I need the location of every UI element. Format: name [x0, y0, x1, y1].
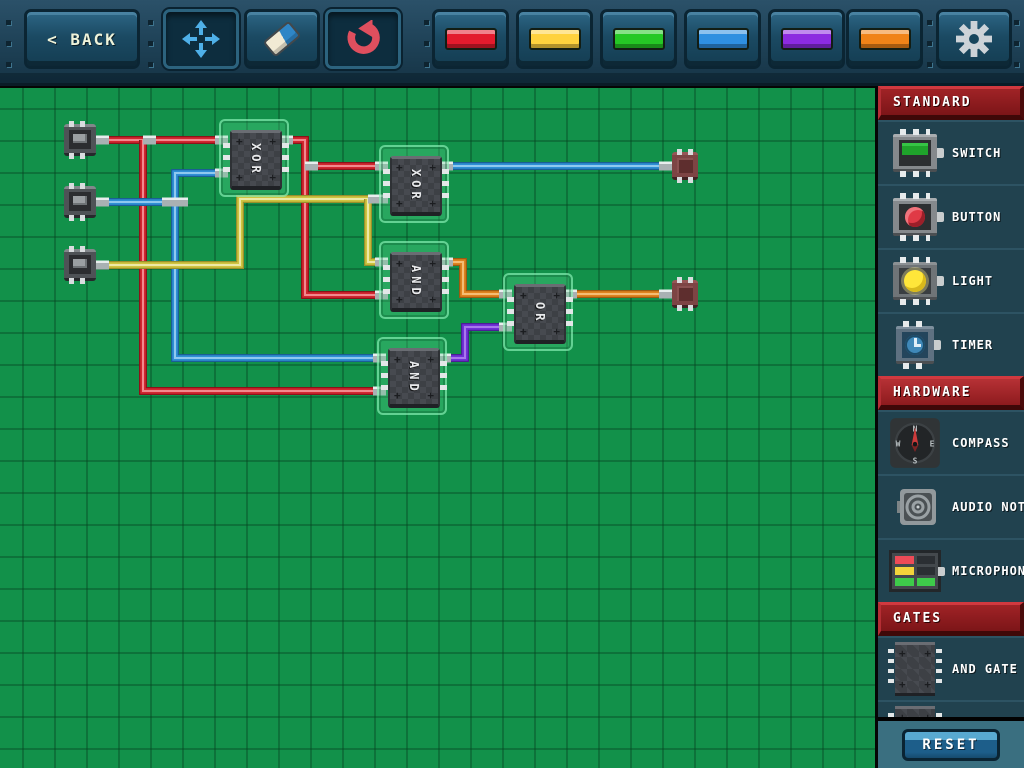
output-led-2[interactable]: [672, 280, 698, 308]
component-palette-sidebar: STANDARD SWITCH BUTTON: [875, 86, 1024, 768]
audio-note-icon: [886, 487, 944, 527]
rivet-column: [424, 0, 430, 86]
button-icon: [886, 198, 944, 236]
input-chip-2[interactable]: [64, 186, 96, 218]
back-button[interactable]: < BACK: [24, 9, 140, 69]
orange-swatch: [859, 28, 911, 50]
palette-item-light[interactable]: LIGHT: [878, 248, 1024, 312]
blue-swatch: [697, 28, 749, 50]
gate-chip-label: ++++AND: [388, 348, 440, 408]
toolbar: < BACK: [0, 0, 1024, 86]
svg-text:E: E: [930, 439, 935, 448]
red-swatch: [445, 28, 497, 50]
svg-text:S: S: [913, 456, 918, 465]
yellow-swatch: [529, 28, 581, 50]
color-button-red[interactable]: [432, 9, 509, 69]
eraser-tool[interactable]: [244, 9, 320, 69]
color-button-blue[interactable]: [684, 9, 761, 69]
eraser-icon: [263, 20, 302, 57]
gate-and-2[interactable]: ++++AND: [377, 337, 447, 415]
color-button-purple[interactable]: [768, 9, 845, 69]
timer-icon: [886, 326, 944, 364]
green-swatch: [613, 28, 665, 50]
palette-item-audio-note[interactable]: AUDIO NOTE: [878, 474, 1024, 538]
gear-icon: [956, 21, 992, 57]
palette-item-label: MICROPHONE: [952, 564, 1024, 578]
gate-chip-label: ++++OR: [514, 284, 566, 344]
and-gate-icon: ++ ++: [886, 642, 944, 696]
reset-panel: RESET: [878, 721, 1024, 768]
palette-item-compass[interactable]: NS WE COMPASS: [878, 410, 1024, 474]
palette-list: STANDARD SWITCH BUTTON: [878, 86, 1024, 717]
palette-item-and-gate[interactable]: ++ ++ AND GATE: [878, 636, 1024, 700]
color-button-yellow[interactable]: [516, 9, 593, 69]
color-button-green[interactable]: [600, 9, 677, 69]
output-led-1[interactable]: [672, 152, 698, 180]
reset-button[interactable]: RESET: [902, 729, 1000, 761]
main-area: ++++XOR ++++XOR ++++AND ++++AND ++++OR STAND…: [0, 86, 1024, 768]
input-chip-1[interactable]: [64, 124, 96, 156]
gate-chip-label: ++++XOR: [230, 130, 282, 190]
settings-button[interactable]: [936, 9, 1012, 69]
gate-xor-2[interactable]: ++++XOR: [379, 145, 449, 223]
palette-item-label: AUDIO NOTE: [952, 500, 1024, 514]
section-header-gates: GATES: [878, 602, 1024, 636]
move-tool[interactable]: [163, 9, 239, 69]
microphone-icon: [886, 550, 944, 592]
purple-swatch: [781, 28, 833, 50]
palette-item-label: COMPASS: [952, 436, 1010, 450]
compass-icon: NS WE: [886, 417, 944, 469]
palette-item-timer[interactable]: TIMER: [878, 312, 1024, 376]
section-header-hardware: HARDWARE: [878, 376, 1024, 410]
gate-and-1[interactable]: ++++AND: [379, 241, 449, 319]
rivet-column: [148, 0, 154, 86]
gate-xor-1[interactable]: ++++XOR: [219, 119, 289, 197]
palette-item-label: BUTTON: [952, 210, 1001, 224]
gate-chip-label: ++++XOR: [390, 156, 442, 216]
palette-item-label: TIMER: [952, 338, 993, 352]
svg-text:W: W: [896, 439, 901, 448]
palette-item-label: AND GATE: [952, 662, 1018, 676]
rivet-column: [1014, 0, 1020, 86]
move-arrows-icon: [181, 19, 221, 59]
gate-chip-label: ++++AND: [390, 252, 442, 312]
palette-item-button[interactable]: BUTTON: [878, 184, 1024, 248]
color-button-orange[interactable]: [846, 9, 923, 69]
palette-item-switch[interactable]: SWITCH: [878, 120, 1024, 184]
switch-icon: [886, 134, 944, 172]
circuit-builder-app: < BACK: [0, 0, 1024, 768]
circuit-canvas[interactable]: ++++XOR ++++XOR ++++AND ++++AND ++++OR: [0, 86, 875, 768]
palette-item-microphone[interactable]: MICROPHONE: [878, 538, 1024, 602]
rotate-ccw-icon: [344, 20, 382, 58]
palette-item-label: LIGHT: [952, 274, 993, 288]
rotate-tool[interactable]: [325, 9, 401, 69]
input-chip-3[interactable]: [64, 249, 96, 281]
section-header-standard: STANDARD: [878, 86, 1024, 120]
palette-item-nand-gate[interactable]: ++ NAND GATE: [878, 700, 1024, 717]
rivet-column: [927, 0, 933, 86]
light-icon: [886, 262, 944, 300]
gate-or-1[interactable]: ++++OR: [503, 273, 573, 351]
rivet-column: [6, 0, 12, 86]
palette-item-label: SWITCH: [952, 146, 1001, 160]
nand-gate-icon: ++: [886, 706, 944, 717]
